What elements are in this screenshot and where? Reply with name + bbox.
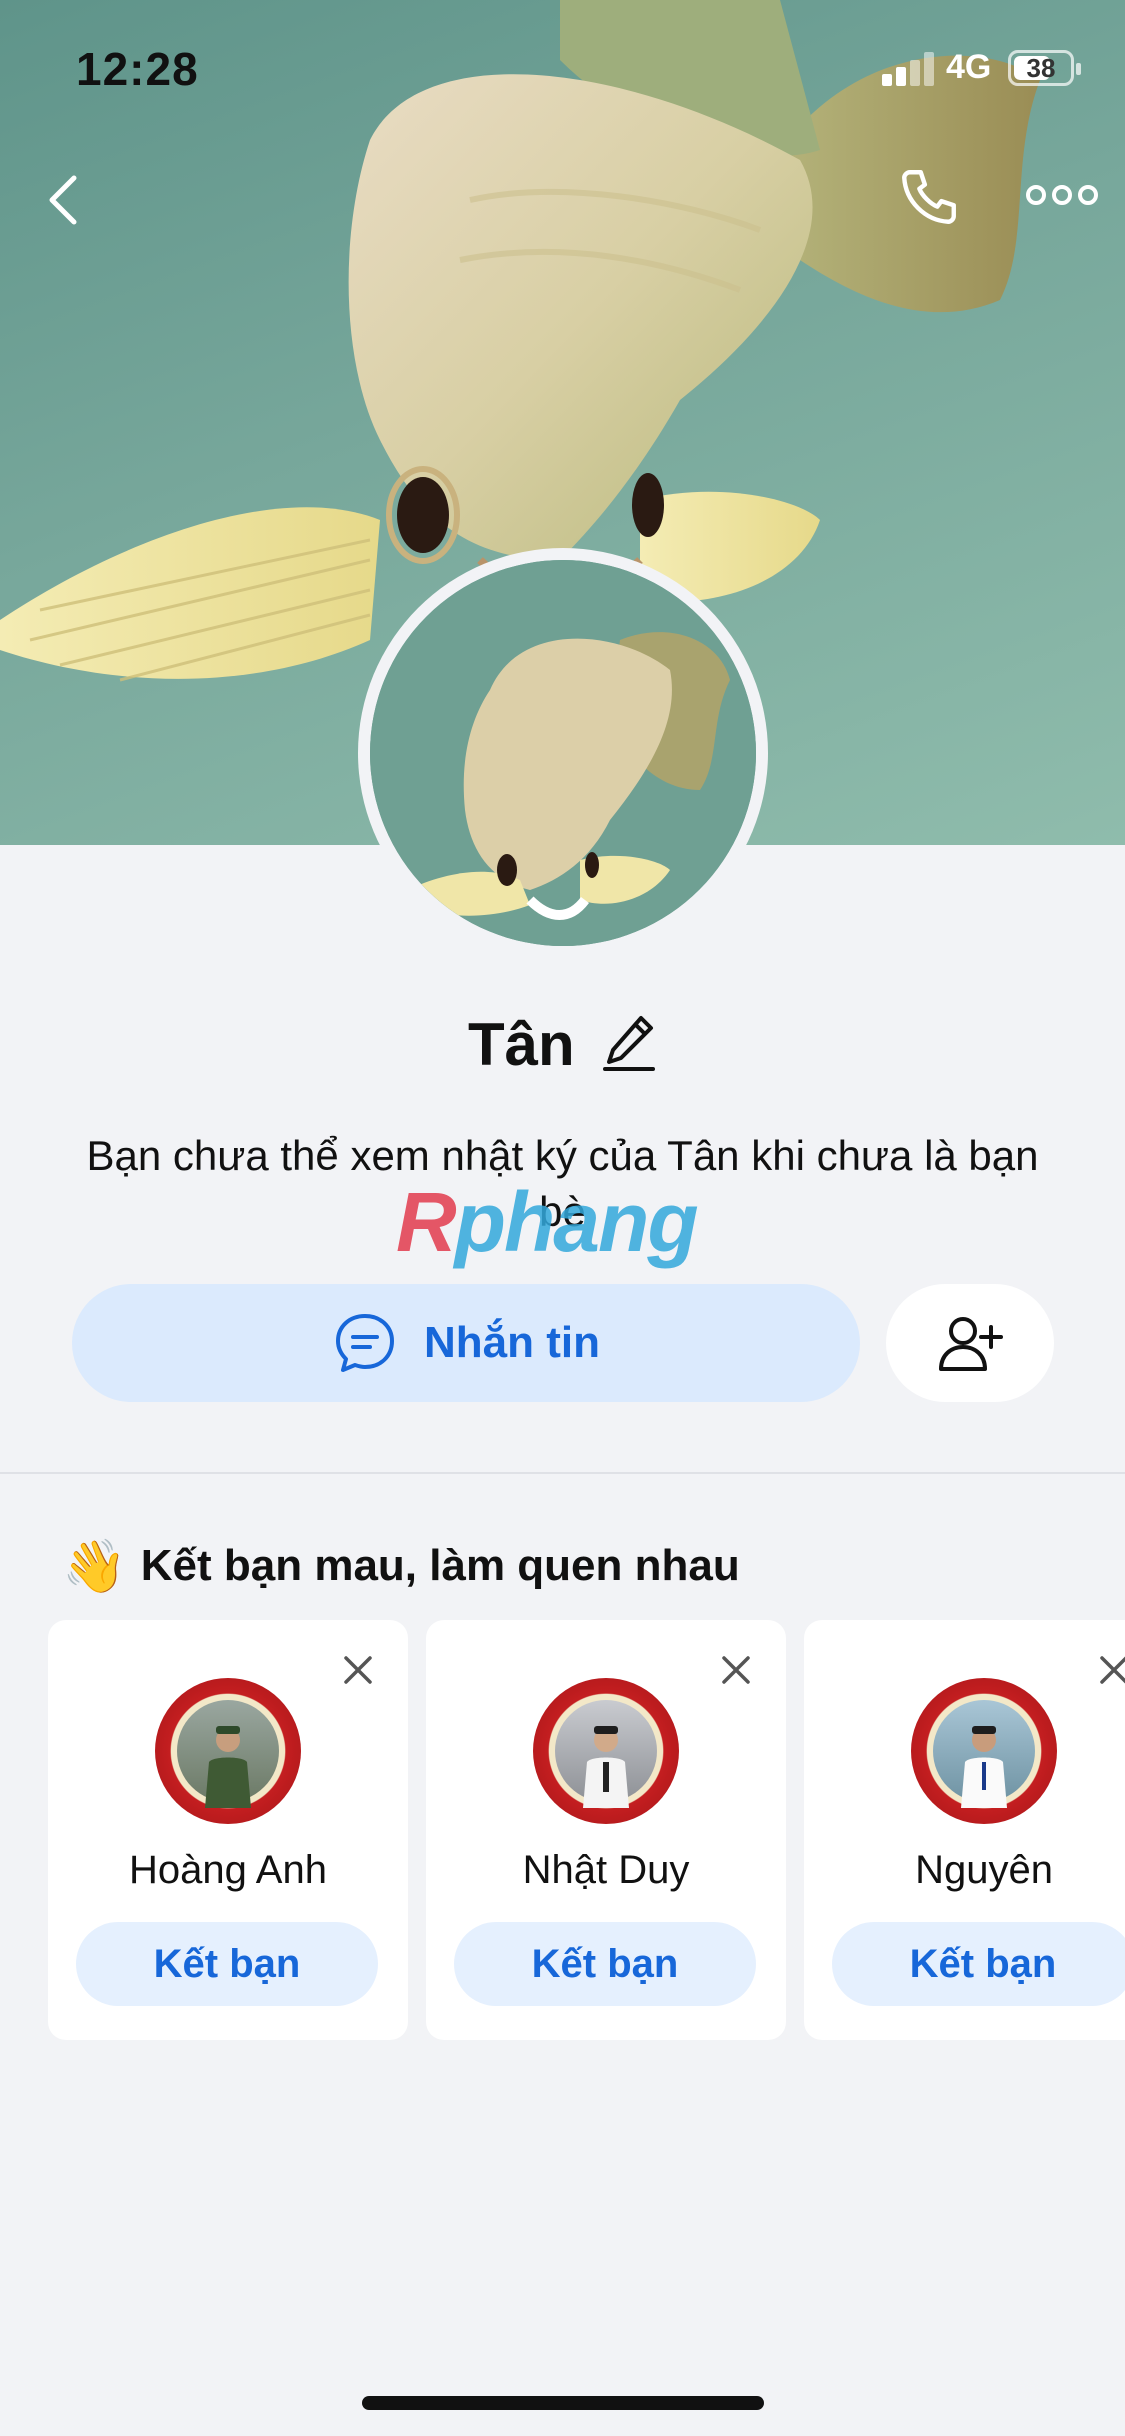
back-button[interactable] <box>40 170 90 230</box>
status-time: 12:28 <box>76 43 199 95</box>
section-divider <box>0 1472 1125 1474</box>
dismiss-suggestion-button[interactable] <box>338 1650 378 1690</box>
dismiss-suggestion-button[interactable] <box>1094 1650 1125 1690</box>
suggestion-avatar[interactable] <box>911 1678 1057 1824</box>
home-indicator[interactable] <box>362 2396 764 2410</box>
suggestion-card[interactable]: Nhật Duy Kết bạn <box>426 1620 786 2040</box>
person-photo <box>961 1726 1007 1808</box>
suggestions-title: 👋 Kết bạn mau, làm quen nhau <box>62 1536 740 1597</box>
waving-hand-icon: 👋 <box>62 1538 127 1596</box>
suggestion-card[interactable]: Nguyên Kết bạn <box>804 1620 1125 2040</box>
pencil-icon <box>603 1016 656 1071</box>
battery-level: 38 <box>1026 53 1056 83</box>
add-user-icon <box>939 1317 1003 1371</box>
more-button[interactable] <box>1026 180 1098 210</box>
suggestion-card[interactable]: Hoàng Anh Kết bạn <box>48 1620 408 2040</box>
profile-name: Tân <box>467 1011 575 1078</box>
add-friend-suggestion-button[interactable]: Kết bạn <box>454 1922 756 2006</box>
suggestion-name: Nhật Duy <box>522 1848 690 1892</box>
add-friend-suggestion-button[interactable]: Kết bạn <box>832 1922 1125 2006</box>
chevron-left-icon <box>49 175 77 225</box>
add-friend-suggestion-button[interactable]: Kết bạn <box>76 1922 378 2006</box>
chat-bubble-icon <box>336 1314 394 1372</box>
battery-icon: 38 <box>1008 50 1081 86</box>
suggestion-name: Hoàng Anh <box>129 1848 327 1892</box>
suggestion-name: Nguyên <box>915 1848 1053 1892</box>
signal-strength-icon <box>882 52 934 86</box>
suggestion-avatar[interactable] <box>155 1678 301 1824</box>
suggestion-avatar[interactable] <box>533 1678 679 1824</box>
profile-name-row: Tân <box>0 1010 1125 1079</box>
suggestions-title-text: Kết bạn mau, làm quen nhau <box>140 1541 740 1590</box>
suggestion-carousel[interactable]: Hoàng Anh Kết bạn Nhật Duy Kết bạn Nguyê… <box>48 1620 1125 2040</box>
close-icon <box>344 1656 372 1684</box>
avatar-fish-image <box>370 560 756 946</box>
avatar[interactable] <box>370 560 756 946</box>
message-button-label: Nhắn tin <box>424 1318 600 1367</box>
close-icon <box>1100 1656 1125 1684</box>
status-bar: 12:28 4G 38 <box>0 0 1125 140</box>
dismiss-suggestion-button[interactable] <box>716 1650 756 1690</box>
message-button[interactable]: Nhắn tin <box>72 1284 860 1402</box>
network-type: 4G <box>946 48 992 86</box>
add-friend-button[interactable] <box>886 1284 1054 1402</box>
person-photo <box>583 1726 629 1808</box>
edit-name-button[interactable] <box>601 1012 657 1077</box>
phone-icon <box>902 170 956 224</box>
more-dots-icon <box>1026 185 1098 205</box>
close-icon <box>722 1656 750 1684</box>
person-photo <box>205 1726 251 1808</box>
call-button[interactable] <box>896 164 962 230</box>
watermark-logo: Rphang <box>396 1175 699 1269</box>
